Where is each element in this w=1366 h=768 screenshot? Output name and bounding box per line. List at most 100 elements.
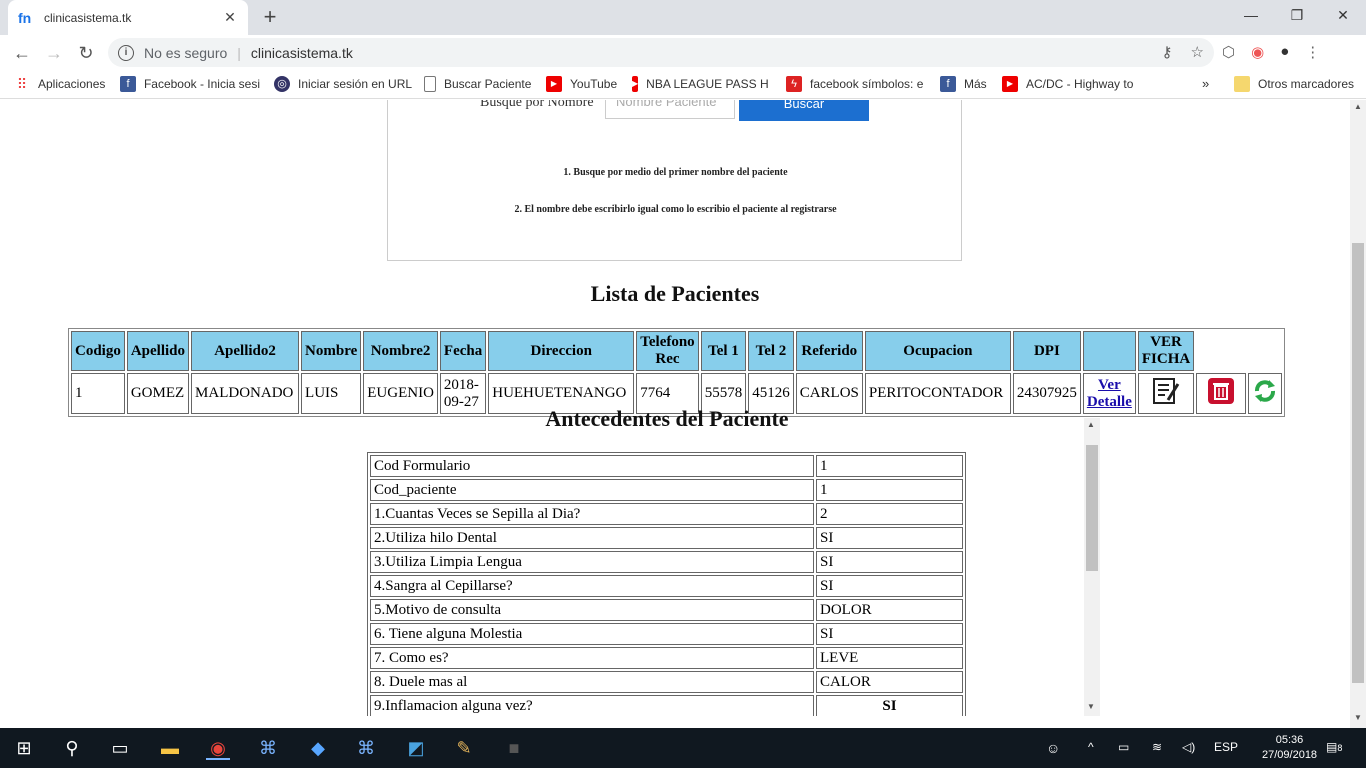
- app-icon[interactable]: ◆: [306, 736, 330, 760]
- bookmark-item[interactable]: Buscar Paciente: [424, 76, 531, 92]
- page-icon: [424, 76, 436, 92]
- reload-button[interactable]: ↻: [74, 41, 98, 65]
- more-bookmarks-button[interactable]: »: [1202, 76, 1209, 91]
- network-app-icon[interactable]: ⌘: [354, 736, 378, 760]
- patients-table: Codigo Apellido Apellido2 Nombre Nombre2…: [68, 328, 1286, 417]
- close-tab-icon[interactable]: ✕: [222, 9, 238, 26]
- question-cell: Cod_paciente: [370, 479, 814, 501]
- ver-ficha-cell: [1137, 373, 1195, 414]
- key-icon[interactable]: ⚷: [1162, 43, 1173, 61]
- apps-grid-icon: ⠿: [16, 76, 28, 92]
- bookmark-label: facebook símbolos: e: [810, 77, 924, 91]
- paint-icon[interactable]: ✎: [452, 736, 476, 760]
- answer-cell: LEVE: [816, 647, 963, 669]
- forward-button[interactable]: →: [42, 41, 66, 65]
- youtube-icon: ▶: [632, 76, 639, 92]
- cell-dpi: 24307925: [1012, 373, 1081, 414]
- bookmark-item[interactable]: ⠿ Aplicaciones: [14, 76, 106, 92]
- security-label: No es seguro: [144, 44, 228, 61]
- file-explorer-icon[interactable]: ▬: [158, 736, 182, 760]
- extension-icon[interactable]: ⬡: [1222, 43, 1235, 61]
- column-header: VER FICHA: [1137, 331, 1195, 371]
- scroll-down-icon[interactable]: ▼: [1354, 713, 1362, 722]
- network-app-icon[interactable]: ⌘: [256, 736, 280, 760]
- restore-button[interactable]: ❐: [1274, 0, 1320, 30]
- antecedentes-table: Cod Formulario 1 Cod_paciente 1 1.Cuantas …: [367, 452, 966, 716]
- bookmark-item[interactable]: f Facebook - Inicia sesi: [120, 76, 260, 92]
- column-header: Direccion: [488, 331, 635, 371]
- question-cell: 9.Inflamacion alguna vez?: [370, 695, 814, 716]
- divider: |: [237, 44, 241, 61]
- chevron-up-icon[interactable]: ^: [1088, 740, 1094, 754]
- bookmark-label: Aplicaciones: [38, 77, 106, 91]
- refresh-cell: [1248, 373, 1283, 414]
- answer-cell: 2: [816, 503, 963, 525]
- info-icon[interactable]: i: [118, 44, 134, 61]
- bookmark-folder[interactable]: Otros marcadores: [1234, 76, 1354, 92]
- inner-scrollbar-thumb[interactable]: [1086, 445, 1098, 571]
- table-row: 3.Utiliza Limpia Lengua SI: [370, 551, 963, 573]
- app-cube-icon[interactable]: ■: [502, 736, 526, 760]
- table-row: Cod Formulario 1: [370, 455, 963, 477]
- antecedentes-frame: Cod Formulario 1 Cod_paciente 1 1.Cuantas …: [360, 418, 1100, 716]
- windows-start-icon[interactable]: ⊞: [12, 736, 36, 760]
- battery-icon[interactable]: ▭: [1118, 740, 1129, 754]
- chrome-icon[interactable]: ◉: [206, 736, 230, 760]
- close-window-button[interactable]: ✕: [1320, 0, 1366, 30]
- cell-nombre: LUIS: [301, 373, 362, 414]
- tab-strip: fn clinicasistema.tk ✕ + — ❐ ✕: [0, 0, 1366, 35]
- search-label: Busque por Nombre: [480, 100, 594, 110]
- trash-icon[interactable]: [1207, 377, 1235, 405]
- url-text: clinicasistema.tk: [250, 44, 353, 61]
- table-header-row: Codigo Apellido Apellido2 Nombre Nombre2…: [71, 331, 1282, 371]
- ver-detalle-link[interactable]: Ver Detalle: [1082, 373, 1136, 414]
- cell-apellido: GOMEZ: [126, 373, 190, 414]
- site-favicon-icon: fn: [18, 9, 32, 26]
- bookmark-item[interactable]: ▶ NBA LEAGUE PASS H: [632, 76, 768, 92]
- address-bar[interactable]: i No es seguro | clinicasistema.tk ⚷ ☆: [108, 38, 1214, 67]
- bookmark-item[interactable]: ▶ AC/DC - Highway to: [1002, 76, 1138, 92]
- column-header: Telefono Rec: [636, 331, 699, 371]
- bookmark-item[interactable]: ◎ Iniciar sesión en URL: [274, 76, 412, 92]
- back-button[interactable]: ←: [10, 41, 34, 65]
- search-input[interactable]: Nombre Paciente: [605, 100, 735, 119]
- refresh-icon[interactable]: [1252, 378, 1278, 404]
- new-tab-button[interactable]: +: [258, 5, 282, 29]
- question-cell: 6. Tiene alguna Molestia: [370, 623, 814, 645]
- task-view-icon[interactable]: ▭: [108, 736, 132, 760]
- extension-record-icon[interactable]: ◉: [1251, 43, 1264, 61]
- question-cell: 4.Sangra al Cepillarse?: [370, 575, 814, 597]
- scroll-up-icon[interactable]: ▲: [1087, 420, 1095, 429]
- clock[interactable]: 05:36 27/09/2018: [1262, 733, 1317, 763]
- volume-icon[interactable]: ◁): [1182, 740, 1195, 754]
- table-row: 8. Duele mas al CALOR: [370, 671, 963, 693]
- facebook-icon: f: [120, 76, 136, 92]
- star-icon[interactable]: ☆: [1191, 43, 1204, 61]
- workbench-icon[interactable]: ◩: [404, 736, 428, 760]
- notifications-icon[interactable]: ▤8: [1326, 740, 1342, 754]
- youtube-icon: ▶: [546, 76, 562, 92]
- folder-icon: [1234, 76, 1250, 92]
- profile-avatar-icon[interactable]: ●: [1280, 43, 1289, 61]
- language-indicator[interactable]: ESP: [1214, 740, 1238, 754]
- inner-scrollbar[interactable]: ▲ ▼: [1084, 418, 1100, 716]
- table-row: 2.Utiliza hilo Dental SI: [370, 527, 963, 549]
- minimize-button[interactable]: —: [1228, 0, 1274, 30]
- browser-tab[interactable]: fn clinicasistema.tk ✕: [8, 0, 248, 35]
- page-scrollbar-thumb[interactable]: [1352, 243, 1364, 683]
- page-scrollbar[interactable]: ▲ ▼: [1350, 100, 1366, 728]
- bookmark-item[interactable]: f Más: [940, 76, 987, 92]
- scroll-down-icon[interactable]: ▼: [1087, 702, 1095, 711]
- edit-document-icon[interactable]: [1151, 376, 1181, 406]
- table-row: 1.Cuantas Veces se Sepilla al Dia? 2: [370, 503, 963, 525]
- menu-icon[interactable]: ⋮: [1305, 43, 1320, 61]
- people-icon[interactable]: ☺: [1046, 740, 1060, 756]
- column-header: DPI: [1012, 331, 1081, 371]
- search-note: 2. El nombre debe escribirlo igual como …: [514, 204, 837, 215]
- search-icon[interactable]: ⚲: [60, 736, 84, 760]
- bookmark-item[interactable]: ▶ YouTube: [546, 76, 617, 92]
- bookmark-item[interactable]: ϟ facebook símbolos: e: [786, 76, 926, 92]
- scroll-up-icon[interactable]: ▲: [1354, 102, 1362, 111]
- search-button[interactable]: Buscar: [739, 100, 869, 121]
- wifi-icon[interactable]: ≋: [1152, 740, 1162, 754]
